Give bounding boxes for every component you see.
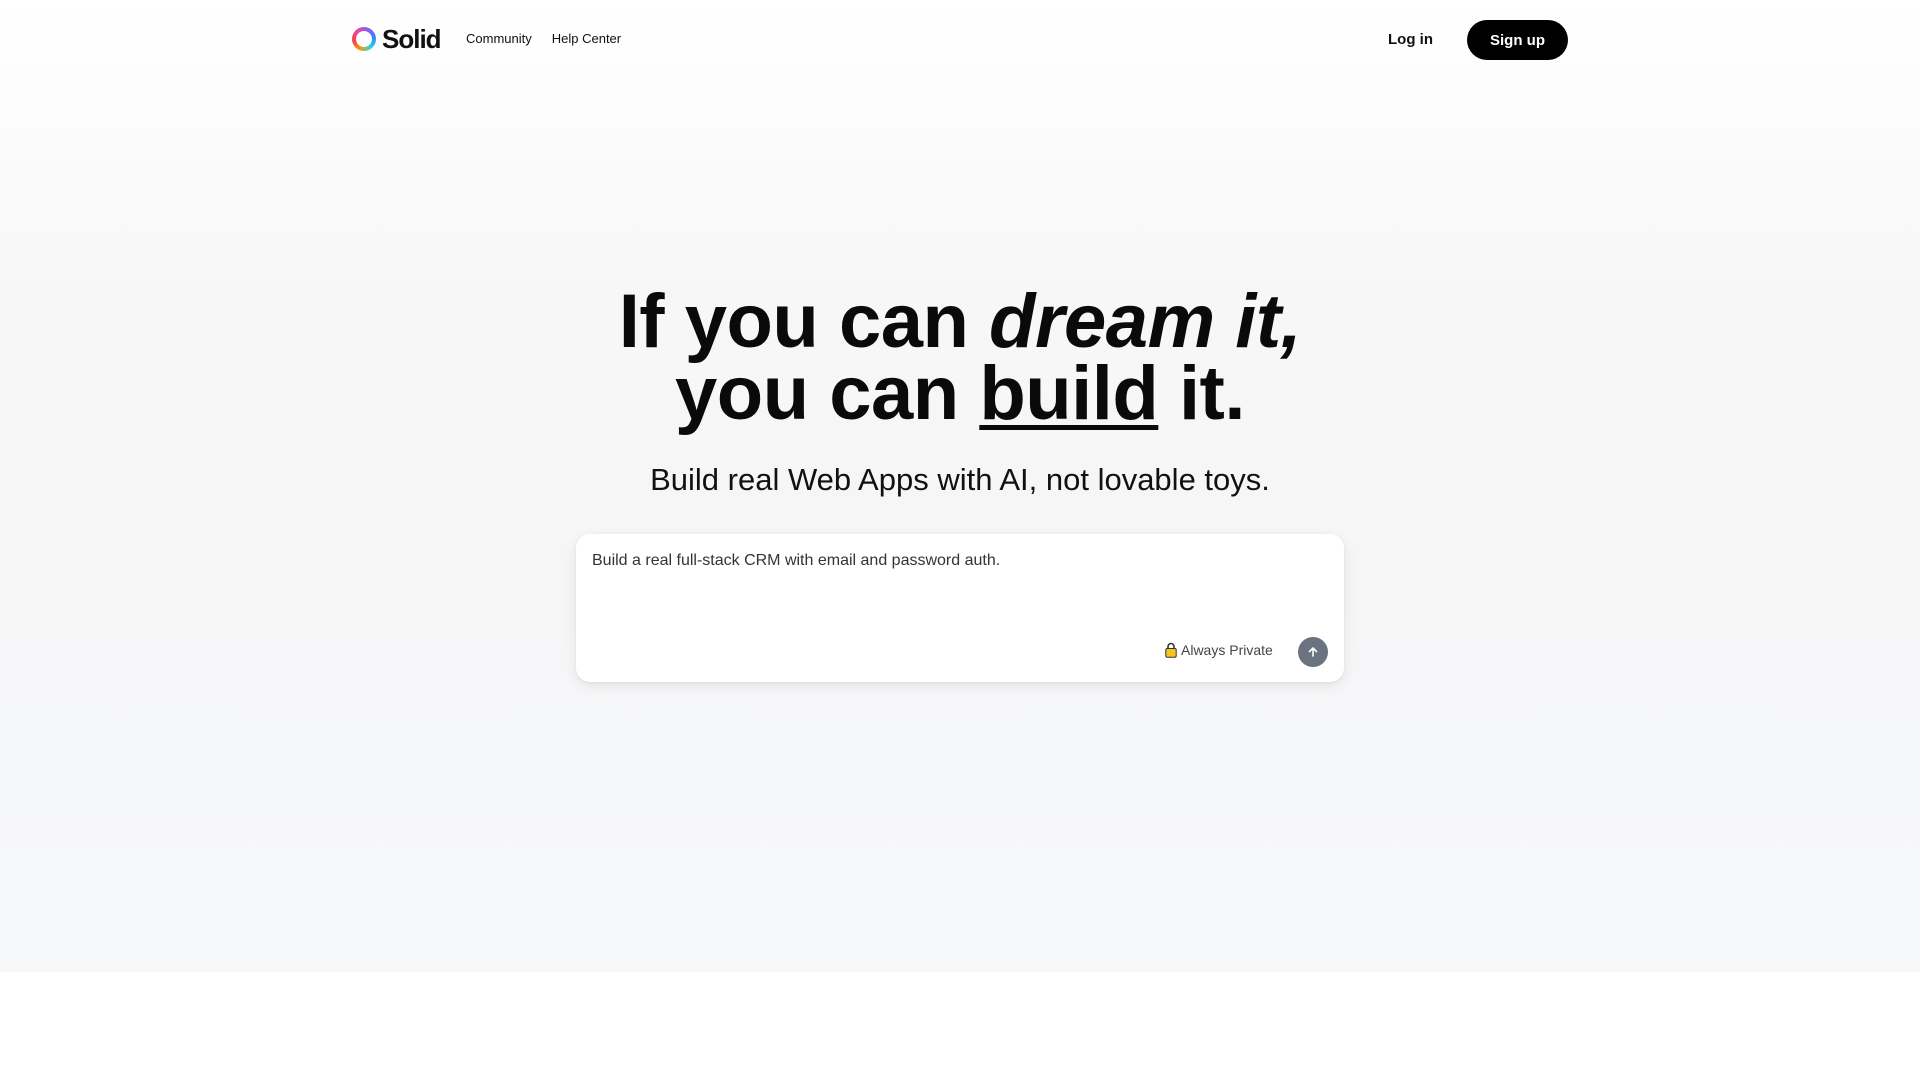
prompt-card: Build a real full-stack CRM with email a… [576, 534, 1344, 682]
page: Solid Community Help Center Log in Sign … [0, 0, 1920, 1080]
hero-headline: If you can dream it, you can build it. [0, 284, 1920, 432]
logo-ring-icon [352, 27, 376, 51]
privacy-indicator: Always Private [1165, 642, 1273, 658]
prompt-input[interactable]: Build a real full-stack CRM with email a… [592, 550, 1322, 620]
headline-line2-prefix: you can [675, 351, 980, 436]
headline-underlined-word: build [979, 351, 1159, 436]
nav-link-help-center[interactable]: Help Center [552, 31, 621, 46]
hero-subtitle: Build real Web Apps with AI, not lovable… [650, 462, 1270, 497]
site-header: Solid Community Help Center Log in Sign … [0, 0, 1920, 80]
arrow-up-icon [1307, 646, 1319, 658]
headline-line2-suffix: it. [1158, 351, 1246, 436]
nav-link-community[interactable]: Community [466, 31, 532, 46]
logo[interactable]: Solid [352, 23, 442, 54]
main-nav: Community Help Center [466, 31, 621, 46]
signup-button[interactable]: Sign up [1467, 20, 1568, 60]
lock-icon [1165, 642, 1177, 658]
login-link[interactable]: Log in [1388, 31, 1433, 48]
privacy-label: Always Private [1181, 642, 1273, 658]
logo-text: Solid [382, 23, 442, 54]
send-button[interactable] [1298, 637, 1328, 667]
